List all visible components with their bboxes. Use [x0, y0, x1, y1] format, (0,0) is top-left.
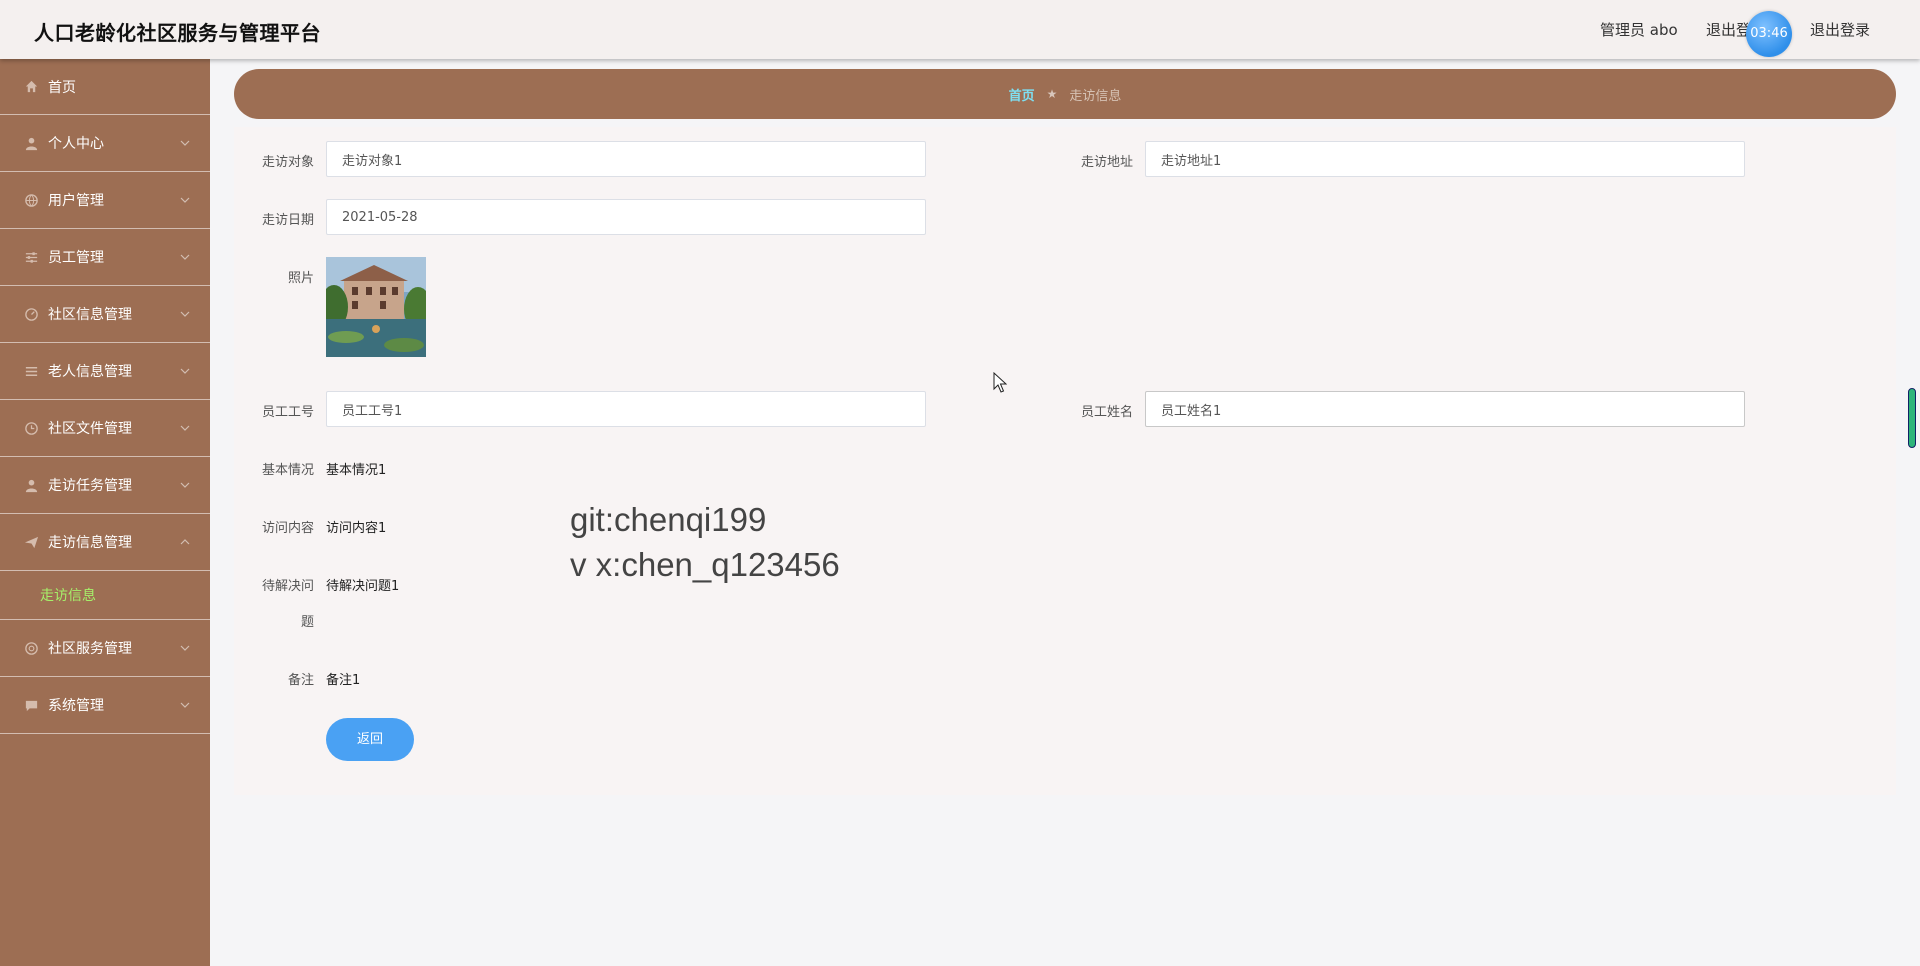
watermark-line-2: v x:chen_q123456	[570, 546, 840, 583]
visit-content-value: 访问内容1	[326, 521, 387, 536]
sidebar-item-visit-tasks[interactable]: 走访任务管理	[0, 457, 210, 514]
sidebar-item-label: 走访任务管理	[48, 478, 132, 494]
sidebar: 首页 个人中心 用户管理 员工管理 社区信息管理 老人信息管理 社区文件管理 走…	[0, 59, 210, 966]
chat-icon	[23, 697, 39, 713]
app-title: 人口老龄化社区服务与管理平台	[34, 21, 321, 45]
visit-date-field[interactable]	[326, 199, 926, 235]
sidebar-item-employee-management[interactable]: 员工管理	[0, 229, 210, 286]
visit-content-label: 访问内容	[261, 521, 314, 536]
chevron-down-icon	[180, 311, 190, 317]
breadcrumb-separator-icon: ★	[1046, 87, 1058, 101]
watermark-text: git:chenqi199 v x:chen_q123456	[570, 497, 840, 587]
remark-label: 备注	[287, 673, 314, 688]
sidebar-item-label: 个人中心	[48, 136, 104, 152]
send-icon	[23, 534, 39, 550]
visit-target-label: 走访对象	[261, 155, 314, 170]
scroll-handle[interactable]	[1908, 388, 1916, 448]
sidebar-item-elderly-info[interactable]: 老人信息管理	[0, 343, 210, 400]
clock-bubble: 03:46	[1746, 11, 1792, 57]
photo-label: 照片	[287, 271, 314, 286]
sidebar-item-label: 首页	[48, 79, 76, 96]
employee-id-field[interactable]	[326, 391, 926, 427]
sidebar-item-system-management[interactable]: 系统管理	[0, 677, 210, 734]
breadcrumb-home[interactable]: 首页	[1009, 85, 1035, 104]
chevron-down-icon	[180, 425, 190, 431]
remark-value: 备注1	[326, 673, 361, 688]
mouse-cursor-icon	[993, 372, 1007, 393]
sidebar-item-user-management[interactable]: 用户管理	[0, 172, 210, 229]
clock-icon	[23, 420, 39, 436]
user-icon	[23, 135, 39, 151]
sidebar-item-label: 社区服务管理	[48, 641, 132, 657]
sidebar-item-label: 走访信息管理	[48, 535, 132, 551]
gauge-icon	[23, 306, 39, 322]
sidebar-item-label: 老人信息管理	[48, 364, 132, 380]
visit-target-field[interactable]	[326, 141, 926, 177]
chevron-down-icon	[180, 254, 190, 260]
sidebar-item-label: 社区信息管理	[48, 307, 132, 323]
employee-name-field[interactable]	[1145, 391, 1745, 427]
sidebar-item-personal-center[interactable]: 个人中心	[0, 115, 210, 172]
employee-name-label: 员工姓名	[1080, 405, 1133, 420]
chevron-down-icon	[180, 368, 190, 374]
logout-link-partial[interactable]: 退出登录	[1706, 19, 1748, 40]
pending-issue-value: 待解决问题1	[326, 579, 400, 594]
sidebar-item-community-files[interactable]: 社区文件管理	[0, 400, 210, 457]
chevron-down-icon	[180, 482, 190, 488]
chevron-up-icon	[180, 539, 190, 545]
admin-label: 管理员 abo	[1600, 21, 1678, 39]
watermark-line-1: git:chenqi199	[570, 501, 767, 538]
sidebar-item-label: 员工管理	[48, 250, 104, 266]
sliders-icon	[23, 249, 39, 265]
chevron-down-icon	[180, 645, 190, 651]
pending-issue-label-line1: 待解决问	[261, 579, 314, 594]
top-bar: 人口老龄化社区服务与管理平台 管理员 abo 退出登录 03:46 退出登录	[0, 0, 1920, 59]
back-button[interactable]: 返回	[326, 718, 414, 761]
aperture-icon	[23, 640, 39, 656]
list-icon	[23, 363, 39, 379]
user-icon	[23, 477, 39, 493]
chevron-down-icon	[180, 702, 190, 708]
chevron-down-icon	[180, 140, 190, 146]
basic-info-value: 基本情况1	[326, 463, 387, 478]
home-icon	[23, 79, 39, 95]
sidebar-item-label: 用户管理	[48, 193, 104, 209]
logout-button[interactable]: 退出登录	[1810, 19, 1870, 40]
breadcrumb-current: 走访信息	[1069, 88, 1122, 104]
sidebar-item-visit-info[interactable]: 走访信息管理	[0, 514, 210, 571]
employee-id-label: 员工工号	[261, 405, 314, 420]
sidebar-item-home[interactable]: 首页	[0, 59, 210, 115]
breadcrumb: 首页 ★ 走访信息	[234, 69, 1896, 119]
visit-date-label: 走访日期	[261, 213, 314, 228]
chevron-down-icon	[180, 197, 190, 203]
submenu-visit-info[interactable]: 走访信息	[0, 571, 210, 620]
visit-address-label: 走访地址	[1080, 155, 1133, 170]
sidebar-item-label: 社区文件管理	[48, 421, 132, 437]
sidebar-item-label: 系统管理	[48, 698, 104, 714]
pending-issue-label-line2: 题	[300, 615, 314, 630]
sidebar-item-community-services[interactable]: 社区服务管理	[0, 620, 210, 677]
sidebar-item-community-info[interactable]: 社区信息管理	[0, 286, 210, 343]
basic-info-label: 基本情况	[261, 463, 314, 478]
visit-photo[interactable]	[326, 257, 426, 357]
visit-address-field[interactable]	[1145, 141, 1745, 177]
globe-icon	[23, 192, 39, 208]
